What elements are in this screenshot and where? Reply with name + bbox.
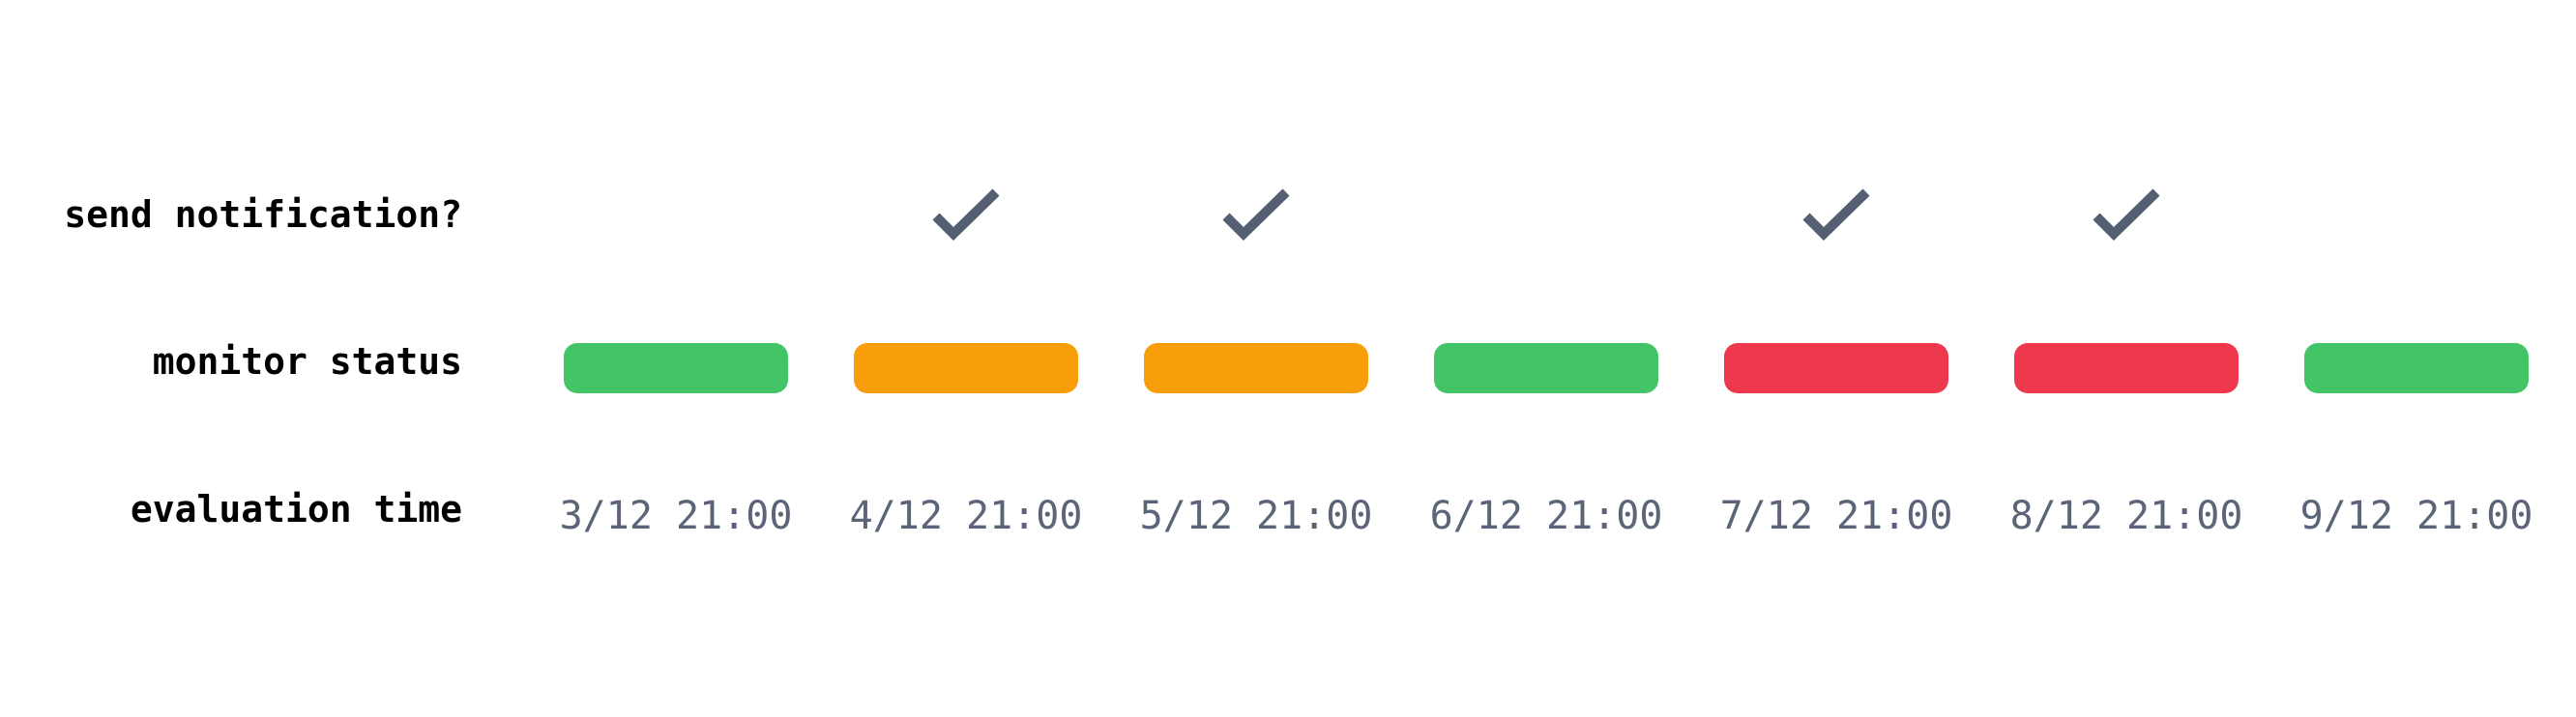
status-bar-critical (1724, 343, 1948, 393)
status-bar-ok (1434, 343, 1658, 393)
send-notification-label: send notification? (64, 193, 462, 236)
evaluation-time-value: 8/12 21:00 (2009, 494, 2243, 538)
status-bar-warning (1144, 343, 1368, 393)
evaluation-time-value: 7/12 21:00 (1719, 494, 1953, 538)
status-bar-ok (2304, 343, 2529, 393)
evaluation-time-value: 5/12 21:00 (1139, 494, 1373, 538)
evaluation-time-label: evaluation time (130, 488, 462, 531)
evaluation-time-value: 3/12 21:00 (559, 494, 793, 538)
evaluation-time-value: 9/12 21:00 (2299, 494, 2533, 538)
status-bar-warning (854, 343, 1078, 393)
status-bar-critical (2014, 343, 2239, 393)
status-bar-ok (564, 343, 788, 393)
check-icon (1802, 187, 1870, 242)
check-icon (1222, 187, 1290, 242)
check-icon (2093, 187, 2160, 242)
check-icon (932, 187, 1000, 242)
evaluation-time-value: 4/12 21:00 (849, 494, 1083, 538)
monitor-status-label: monitor status (152, 340, 462, 383)
evaluation-time-value: 6/12 21:00 (1429, 494, 1663, 538)
